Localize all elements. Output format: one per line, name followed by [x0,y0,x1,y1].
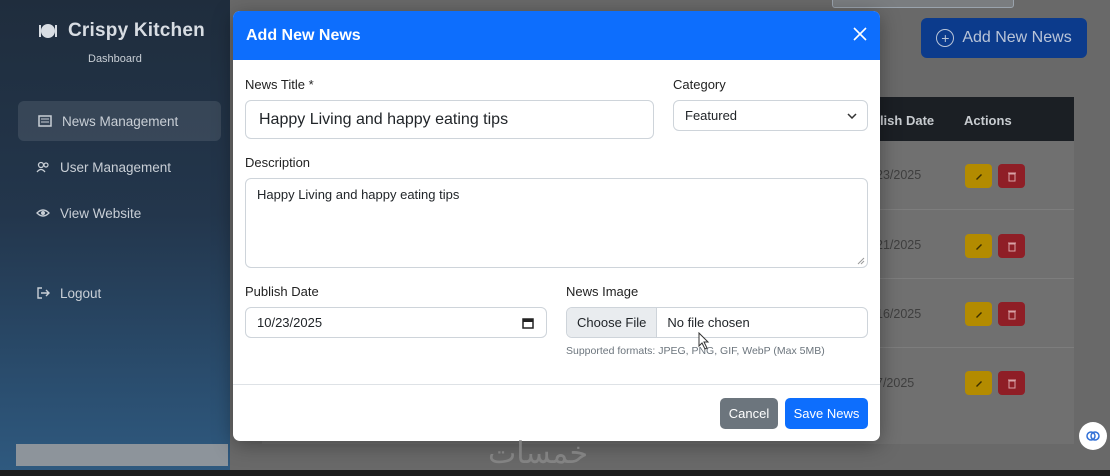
trash-icon [1007,379,1016,388]
category-value: Featured [685,108,738,123]
trash-icon [1007,310,1016,319]
edit-button[interactable] [965,371,992,395]
floating-widget-button[interactable] [1079,422,1107,450]
table-cell-date: 21/2025 [876,238,922,252]
sidebar-footer [16,444,228,466]
plus-circle-icon: + [936,29,955,47]
file-status: No file chosen [667,315,750,330]
publish-date-label: Publish Date [245,284,319,299]
mouse-cursor-icon [698,332,710,350]
table-cell-date: 7/2025 [876,376,915,390]
add-news-button[interactable]: + Add New News [921,18,1087,58]
delete-button[interactable] [998,371,1025,395]
column-header-publish-date: blish Date [872,113,935,128]
description-textarea[interactable]: Happy Living and happy eating tips [245,178,868,268]
users-icon [36,161,49,173]
sidebar-item-label: User Management [60,159,172,175]
cancel-button[interactable]: Cancel [720,398,778,429]
sidebar-item-label: News Management [62,113,179,129]
table-cell-date: 23/2025 [876,168,922,182]
news-image-input[interactable]: Choose File No file chosen [566,307,868,338]
news-image-label: News Image [566,284,639,299]
table-cell-date: 16/2025 [876,307,922,321]
sidebar-item-user-management[interactable]: User Management [18,147,221,187]
sidebar-item-label: View Website [60,205,142,221]
category-label: Category [673,77,726,92]
modal-title: Add New News [246,26,361,44]
brand: Crispy Kitchen [38,20,205,42]
save-news-button[interactable]: Save News [785,398,868,429]
delete-button[interactable] [998,234,1025,258]
resize-handle-icon[interactable] [857,257,865,265]
trash-icon [1007,172,1016,181]
pencil-icon [975,244,982,250]
edit-button[interactable] [965,234,992,258]
row-divider [862,209,1074,210]
modal-footer-divider [233,384,880,385]
pencil-icon [975,312,982,318]
column-header-actions: Actions [964,113,1012,128]
edit-button[interactable] [965,302,992,326]
sidebar-item-logout[interactable]: Logout [18,273,221,313]
publish-date-input[interactable]: 10/23/2025 [245,307,547,338]
description-value: Happy Living and happy eating tips [257,187,460,202]
edit-button[interactable] [965,164,992,188]
category-select[interactable]: Featured [673,100,868,131]
eye-icon [36,209,50,217]
brand-subtitle: Dashboard [88,53,142,65]
chevron-down-icon [847,112,857,119]
row-divider [862,347,1074,348]
add-news-modal: Add New News News Title * Happy Living a… [233,11,880,441]
publish-date-value: 10/23/2025 [257,315,323,330]
choose-file-button[interactable]: Choose File [567,308,658,337]
bottom-bar [0,470,1110,476]
close-icon[interactable] [851,25,869,43]
brand-title: Crispy Kitchen [68,20,205,41]
sidebar-item-label: Logout [60,285,102,301]
description-label: Description [245,155,311,170]
delete-button[interactable] [998,164,1025,188]
modal-header: Add New News [233,11,880,60]
sidebar-item-view-website[interactable]: View Website [18,193,221,233]
logout-icon [37,287,50,299]
delete-button[interactable] [998,302,1025,326]
news-title-label: News Title * [245,77,314,92]
news-title-input[interactable]: Happy Living and happy eating tips [245,100,654,139]
image-help-text: Supported formats: JPEG, PNG, GIF, WebP … [566,345,825,357]
add-news-label: Add New News [962,29,1072,46]
watermark: خمسات [488,436,589,471]
sidebar: Crispy Kitchen Dashboard News Management… [0,0,230,476]
calendar-icon[interactable] [522,317,534,329]
video-overlay-bar [832,0,1014,8]
kitchen-logo-icon [39,24,57,38]
newspaper-icon [38,115,52,127]
pencil-icon [975,381,982,387]
row-divider [862,278,1074,279]
trash-icon [1007,242,1016,251]
brain-icon [1086,431,1100,441]
sidebar-item-news-management[interactable]: News Management [18,101,221,141]
pencil-icon [975,174,982,180]
